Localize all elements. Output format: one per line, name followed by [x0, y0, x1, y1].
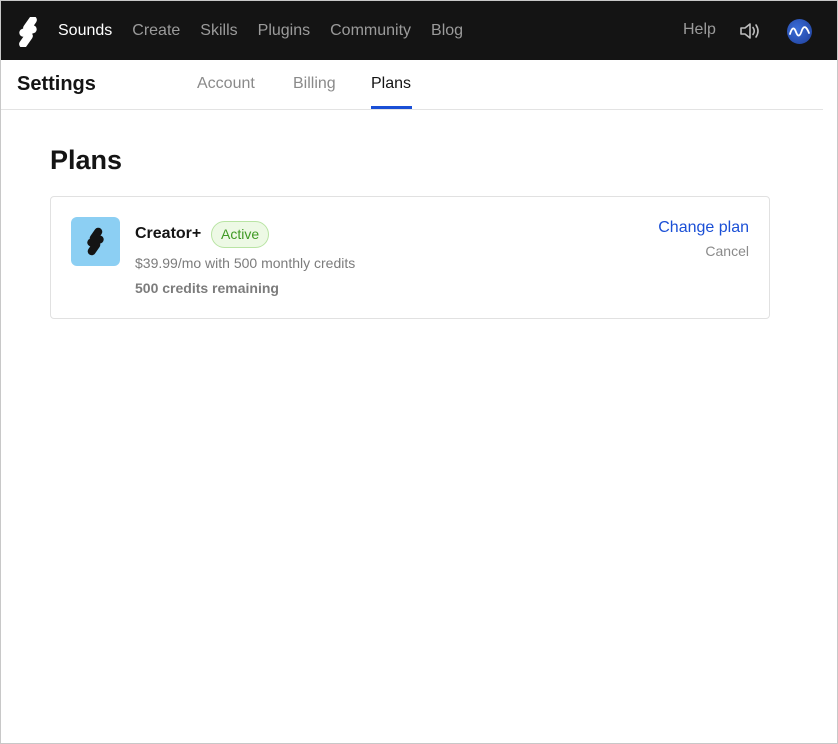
credits-remaining: 500 credits remaining	[135, 280, 279, 296]
nav-item-plugins[interactable]: Plugins	[258, 22, 310, 40]
status-badge: Active	[211, 221, 270, 248]
plan-logo-icon	[71, 217, 120, 266]
nav-item-blog[interactable]: Blog	[431, 22, 463, 40]
cancel-plan-link[interactable]: Cancel	[705, 243, 749, 259]
nav-item-sounds[interactable]: Sounds	[58, 22, 112, 40]
plan-name: Creator+	[135, 225, 202, 242]
settings-header: Settings Account Billing Plans	[1, 60, 823, 110]
settings-title: Settings	[17, 73, 96, 95]
tab-billing[interactable]: Billing	[293, 75, 336, 93]
top-navigation-bar: Sounds Create Skills Plugins Community B…	[1, 1, 837, 60]
nav-item-skills[interactable]: Skills	[200, 22, 237, 40]
change-plan-link[interactable]: Change plan	[658, 219, 749, 237]
splice-logo-icon[interactable]	[15, 17, 41, 47]
waveform-icon	[789, 26, 810, 37]
plan-card: Creator+ Active $39.99/mo with 500 month…	[50, 196, 770, 319]
splice-logo-icon	[87, 227, 104, 256]
nav-item-create[interactable]: Create	[132, 22, 180, 40]
active-tab-indicator	[371, 106, 412, 109]
app-window: Sounds Create Skills Plugins Community B…	[0, 0, 838, 744]
tab-plans[interactable]: Plans	[371, 75, 411, 93]
user-avatar[interactable]	[787, 19, 812, 44]
nav-item-community[interactable]: Community	[330, 22, 411, 40]
page-title: Plans	[50, 145, 123, 175]
tab-account[interactable]: Account	[197, 75, 255, 93]
main-nav: Sounds Create Skills Plugins Community B…	[58, 1, 483, 60]
speaker-icon[interactable]	[739, 21, 761, 41]
plan-description: $39.99/mo with 500 monthly credits	[135, 255, 356, 271]
help-link[interactable]: Help	[683, 21, 716, 39]
